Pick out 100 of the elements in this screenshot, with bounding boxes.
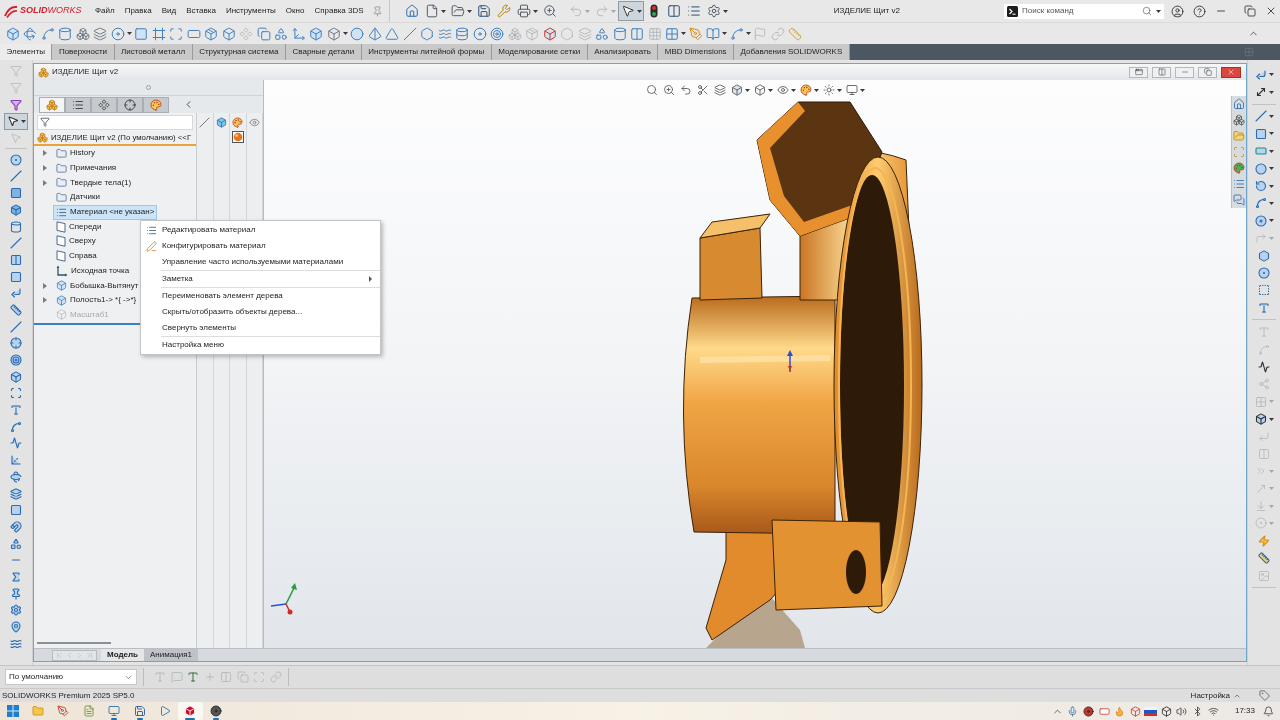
scissors-icon[interactable] [696, 84, 709, 96]
caret-icon[interactable] [21, 119, 26, 123]
text-icon[interactable] [187, 671, 200, 683]
close-icon[interactable] [1265, 5, 1277, 17]
layers-icon[interactable] [93, 26, 108, 41]
target-icon[interactable] [490, 26, 505, 41]
triangle-icon[interactable] [385, 26, 400, 41]
shapes-icon[interactable] [274, 26, 289, 41]
rotate-icon[interactable] [23, 26, 38, 41]
expand-arrow-icon[interactable] [42, 282, 47, 289]
flame-icon[interactable] [1114, 705, 1126, 717]
speaker-icon[interactable] [1176, 705, 1188, 717]
flag-icon[interactable] [1144, 706, 1158, 716]
ruler-icon[interactable] [788, 26, 803, 41]
frame-icon[interactable] [151, 26, 166, 41]
menu-item[interactable]: Свернуть элементы [141, 320, 380, 336]
caret-icon[interactable] [681, 32, 686, 35]
menu-item[interactable]: Редактировать материал [141, 222, 380, 238]
boxes-icon[interactable] [1233, 114, 1245, 126]
tree-item[interactable]: Бобышка-Вытянут [54, 279, 141, 293]
package-icon[interactable] [204, 26, 219, 41]
diagonal-arrow-icon[interactable] [1255, 86, 1267, 99]
ribbon-tab[interactable]: Анализировать [587, 44, 659, 60]
copy-icon[interactable] [256, 26, 271, 41]
menu-item[interactable]: Справка 3DS [309, 0, 369, 22]
restore-icon[interactable] [1244, 5, 1256, 17]
tree-item[interactable]: Сверху [54, 234, 98, 248]
caret-icon[interactable] [342, 32, 348, 35]
ribbon-tab[interactable]: Листовой металл [114, 44, 193, 60]
menu-item[interactable]: Заметка [141, 271, 380, 287]
tree-item[interactable]: Материал <не указан> [54, 205, 157, 219]
cylinder-icon[interactable] [612, 26, 627, 41]
tree-item[interactable]: Исходная точка [54, 264, 132, 278]
expand-arrow-icon[interactable] [42, 179, 47, 186]
clock-time[interactable]: 17:33 [1234, 705, 1255, 717]
palette-icon[interactable] [1233, 162, 1245, 174]
circle-icon[interactable] [1255, 162, 1267, 175]
ribbon-tab[interactable]: Добавления SOLIDWORKS [734, 44, 850, 60]
tool-button[interactable] [4, 113, 28, 130]
caret-icon[interactable] [440, 9, 446, 13]
tree-item[interactable]: Справа [54, 249, 99, 263]
columns-icon[interactable] [630, 26, 645, 41]
monitor-icon[interactable] [845, 84, 858, 96]
menu-item[interactable]: Настройка меню [141, 337, 380, 353]
tree-item[interactable]: Примечания [54, 161, 119, 175]
ribbon-tab[interactable]: Структурная система [192, 44, 287, 60]
caret-icon[interactable] [1269, 219, 1274, 223]
ribbon-tab[interactable]: Моделирование сетки [491, 44, 588, 60]
caret-icon[interactable] [466, 9, 472, 13]
tree-item[interactable]: History [54, 146, 97, 160]
menu-item[interactable]: Правка [119, 0, 157, 22]
hexagon-icon[interactable] [420, 26, 435, 41]
spline-icon[interactable] [40, 26, 55, 41]
list-icon[interactable] [1233, 178, 1245, 190]
caret-icon[interactable] [532, 9, 538, 13]
menu-item[interactable]: Инструменты [220, 0, 281, 22]
messages-icon[interactable] [1233, 194, 1245, 206]
menu-item[interactable]: Переименовать элемент дерева [141, 288, 380, 304]
panel-tab[interactable] [39, 97, 65, 113]
search-field[interactable]: Поиск команд [1004, 3, 1164, 19]
caret-icon[interactable] [1269, 73, 1274, 77]
tag-icon[interactable] [1259, 690, 1270, 701]
caret-icon[interactable] [837, 88, 842, 92]
caret-icon[interactable] [636, 9, 642, 13]
menu-item[interactable]: Управление часто используемыми материалами [141, 254, 380, 270]
home-icon[interactable] [1233, 98, 1245, 110]
hexagon-icon[interactable] [1258, 249, 1270, 262]
slash-icon[interactable] [199, 116, 211, 128]
ruler-icon[interactable] [1258, 552, 1270, 565]
menu-item[interactable]: Файл [90, 0, 120, 22]
menu-item[interactable]: Окно [280, 0, 310, 22]
help-icon[interactable] [1193, 4, 1206, 18]
lightning-icon[interactable] [1258, 534, 1270, 547]
caret-icon[interactable] [1269, 132, 1274, 136]
dashed-square-icon[interactable] [1258, 284, 1270, 297]
filter-field[interactable] [37, 114, 193, 130]
expand-arrow-icon[interactable] [42, 165, 47, 172]
caret-icon[interactable] [1156, 9, 1161, 13]
panel-tab[interactable] [143, 97, 169, 113]
database-icon[interactable] [455, 26, 470, 41]
cube-icon[interactable] [730, 84, 743, 96]
scan-icon[interactable] [169, 26, 184, 41]
turn-arrow-icon[interactable] [1255, 68, 1267, 81]
expand-arrow-icon[interactable] [42, 150, 47, 157]
tree-item[interactable]: Полость1-> *{ ->*} [54, 293, 139, 307]
folder-icon[interactable] [1233, 130, 1245, 142]
cube-icon[interactable] [1255, 413, 1267, 426]
configuration-dropdown[interactable]: По умолчанию [5, 669, 137, 685]
shapes-icon[interactable] [595, 26, 610, 41]
caret-icon[interactable] [768, 88, 773, 92]
user-icon[interactable] [1171, 4, 1184, 18]
caret-icon[interactable] [722, 9, 728, 13]
sphere-icon[interactable] [231, 131, 244, 143]
menu-item[interactable]: Вставка [181, 0, 221, 22]
caret-icon[interactable] [1269, 184, 1274, 188]
expand-arrow-icon[interactable] [42, 297, 47, 304]
caret-icon[interactable] [126, 32, 132, 35]
layers-icon[interactable] [713, 84, 726, 96]
eye-icon[interactable] [248, 116, 260, 128]
slash-icon[interactable] [402, 26, 417, 41]
